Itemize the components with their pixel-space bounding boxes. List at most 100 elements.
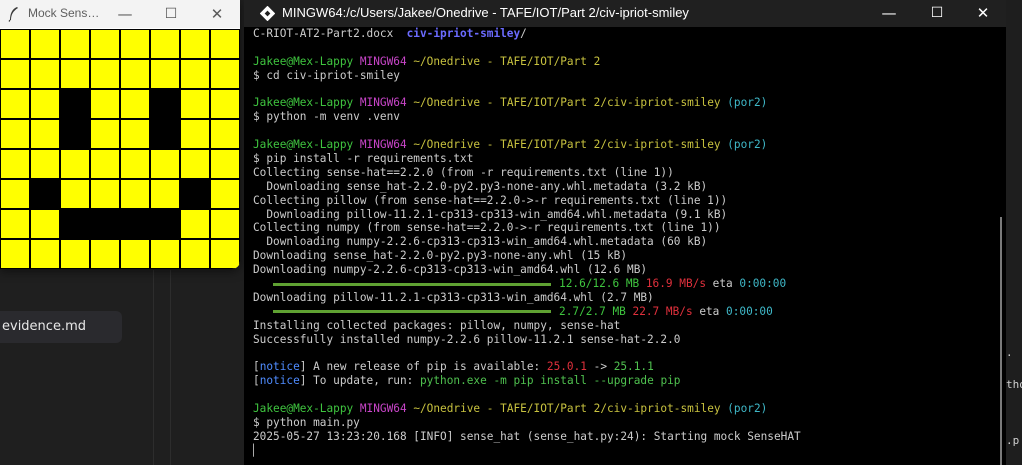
led-pixel (210, 179, 240, 209)
led-pixel (210, 149, 240, 179)
terminal-text: MINGW64 (359, 54, 414, 68)
terminal-text: $ cd civ-ipriot-smiley (253, 68, 400, 82)
led-pixel (120, 179, 150, 209)
terminal-scrollbar[interactable] (1000, 217, 1002, 465)
minimize-button[interactable]: — (866, 0, 912, 27)
mock-window-titlebar[interactable]: Mock Sens… — ☐ ✕ (0, 0, 240, 28)
led-pixel (0, 179, 30, 209)
terminal-text: ~/Onedrive - TAFE/IOT/Part 2/civ-ipriot-… (413, 402, 728, 416)
progress-size: 2.7/2.7 MB (559, 304, 626, 318)
led-pixel (180, 209, 210, 239)
terminal-line: Downloading pillow-11.2.1-cp313-cp313-wi… (253, 291, 993, 305)
terminal-text: ] To update, run: (299, 374, 420, 388)
led-matrix (0, 29, 240, 269)
terminal-text: Jakee@Mex-Lappy (253, 54, 360, 68)
led-pixel (0, 149, 30, 179)
terminal-line: 2025-05-27 13:23:20.168 [INFO] sense_hat… (253, 430, 993, 444)
right-panel-fragment: . (1006, 346, 1013, 359)
terminal-text: Installing collected packages: pillow, n… (253, 318, 621, 332)
led-pixel (90, 89, 120, 119)
right-panel-fragment: tho (1006, 378, 1022, 391)
terminal-line: Downloading numpy-2.2.6-cp313-cp313-win_… (253, 263, 993, 277)
led-pixel (180, 149, 210, 179)
maximize-button[interactable]: ☐ (148, 0, 194, 28)
progress-speed: 22.7 MB/s (625, 304, 693, 318)
led-pixel (30, 149, 60, 179)
led-pixel (90, 209, 120, 239)
minimize-button[interactable]: — (102, 0, 148, 28)
terminal-text: MINGW64 (359, 96, 414, 110)
led-pixel (150, 209, 180, 239)
led-pixel (60, 59, 90, 89)
terminal-line: Jakee@Mex-Lappy MINGW64 ~/Onedrive - TAF… (253, 138, 993, 152)
progress-indent (253, 305, 273, 318)
led-pixel (60, 29, 90, 59)
terminal-line: Jakee@Mex-Lappy MINGW64 ~/Onedrive - TAF… (253, 55, 993, 69)
led-pixel (210, 59, 240, 89)
terminal-text: Downloading numpy-2.2.6-cp313-cp313-win_… (253, 263, 648, 277)
terminal-text: python.exe -m pip install --upgrade pip (420, 374, 681, 388)
led-pixel (180, 239, 210, 269)
maximize-button[interactable]: ☐ (914, 0, 960, 27)
terminal-text: [ (253, 360, 260, 374)
terminal-line: C-RIOT-AT2-Part2.docx civ-ipriot-smiley/ (253, 27, 993, 41)
feather-icon (8, 7, 18, 22)
terminal-text: (por2) (727, 96, 768, 110)
file-tab-evidence-md[interactable]: evidence.md (0, 311, 122, 343)
close-button[interactable]: ✕ (960, 0, 1006, 27)
terminal-line: Installing collected packages: pillow, n… (253, 319, 993, 333)
download-progress-bar (273, 310, 552, 314)
terminal-text: Collecting numpy (from sense-hat==2.2.0-… (253, 221, 721, 235)
terminal-line: [notice] To update, run: python.exe -m p… (253, 374, 993, 388)
led-pixel (0, 59, 30, 89)
led-pixel (0, 119, 30, 149)
led-pixel (210, 239, 240, 269)
progress-eta-label: eta (692, 304, 720, 318)
led-pixel (150, 239, 180, 269)
terminal-text: 25.0.1 (546, 360, 587, 374)
download-progress-bar (273, 282, 552, 286)
editor-divider (153, 270, 154, 465)
close-button[interactable]: ✕ (194, 0, 240, 28)
terminal-line: 12.6/12.6 MB 16.9 MB/s eta 0:00:00 (253, 277, 993, 291)
terminal-text: civ-ipriot-smiley (406, 27, 521, 40)
terminal-output[interactable]: C-RIOT-AT2-Part2.docx civ-ipriot-smiley/… (253, 27, 993, 465)
progress-indent (253, 277, 273, 290)
terminal-line: Downloading sense_hat-2.2.0-py2.py3-none… (253, 180, 993, 194)
led-pixel (30, 119, 60, 149)
mingw64-terminal-window[interactable]: MINGW64:/c/Users/Jakee/Onedrive - TAFE/I… (244, 0, 1006, 465)
terminal-text: C-RIOT-AT2-Part2.docx (253, 27, 407, 40)
terminal-line: Downloading sense_hat-2.2.0-py2.py3-none… (253, 249, 993, 263)
terminal-line: [notice] A new release of pip is availab… (253, 360, 993, 374)
terminal-text: 25.1.1 (613, 360, 654, 374)
terminal-text: ~/Onedrive - TAFE/IOT/Part 2/civ-ipriot-… (413, 138, 728, 152)
terminal-text: Collecting pillow (from sense-hat==2.2.0… (253, 193, 728, 207)
led-pixel (60, 239, 90, 269)
led-pixel (180, 89, 210, 119)
led-pixel (150, 149, 180, 179)
terminal-text: 2025-05-27 13:23:20.168 [INFO] sense_hat… (253, 429, 801, 443)
led-pixel (0, 89, 30, 119)
terminal-text: Collecting sense-hat==2.2.0 (from -r req… (253, 165, 674, 179)
progress-size: 12.6/12.6 MB (559, 277, 640, 291)
led-pixel (120, 29, 150, 59)
mock-sensehat-window[interactable]: Mock Sens… — ☐ ✕ (0, 0, 240, 269)
led-pixel (0, 29, 30, 59)
terminal-line: Collecting pillow (from sense-hat==2.2.0… (253, 194, 993, 208)
led-pixel (210, 29, 240, 59)
terminal-text: notice (259, 374, 300, 388)
git-bash-icon (260, 6, 275, 21)
terminal-titlebar[interactable]: MINGW64:/c/Users/Jakee/Onedrive - TAFE/I… (244, 0, 1006, 27)
terminal-text: Jakee@Mex-Lappy (253, 96, 360, 110)
led-pixel (0, 239, 30, 269)
led-pixel (180, 59, 210, 89)
led-pixel (120, 209, 150, 239)
terminal-text: $ python main.py (253, 415, 360, 429)
led-pixel (90, 119, 120, 149)
terminal-line: Downloading numpy-2.2.6-cp313-cp313-win_… (253, 235, 993, 249)
terminal-title: MINGW64:/c/Users/Jakee/Onedrive - TAFE/I… (282, 5, 689, 20)
progress-eta: 0:00:00 (732, 277, 787, 291)
